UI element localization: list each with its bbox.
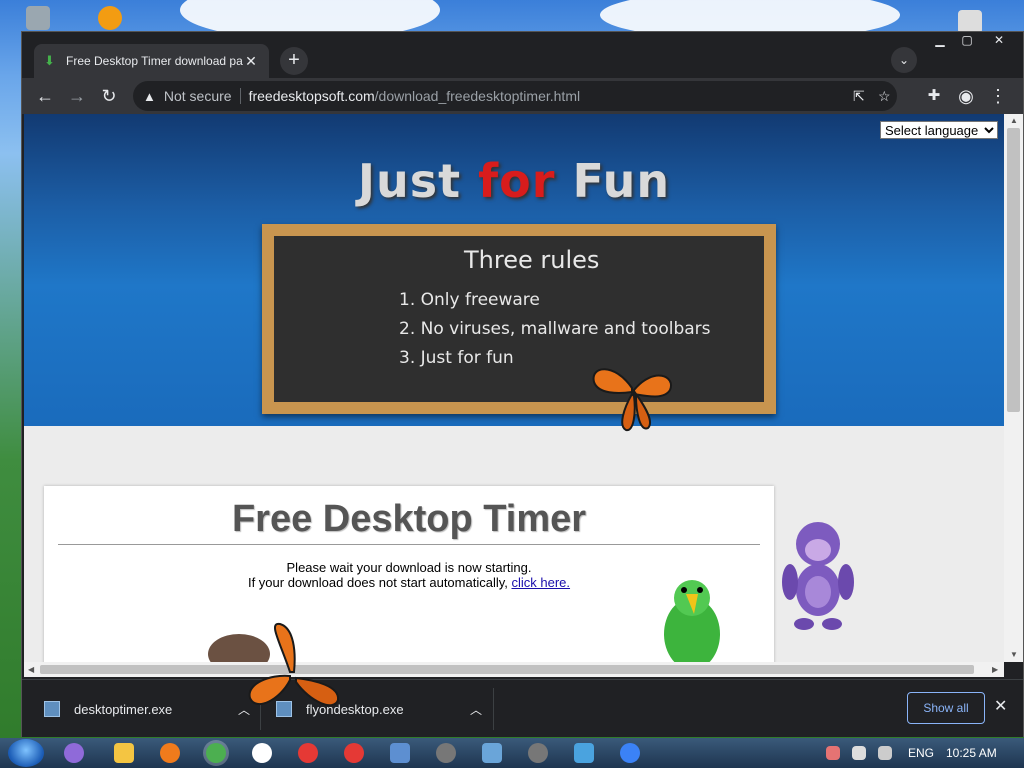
page-viewport: Select language Just for Fun Three rules… <box>24 114 1004 662</box>
tray-icon[interactable] <box>852 746 866 760</box>
app-icon[interactable] <box>620 743 640 763</box>
language-indicator[interactable]: ENG <box>908 746 934 760</box>
header-banner: Select language Just for Fun Three rules… <box>24 114 1004 432</box>
gorilla-image <box>782 522 854 630</box>
app-icon[interactable] <box>436 743 456 763</box>
browser-window: ⬇ Free Desktop Timer download pa ✕ + ⌄ ▁… <box>21 31 1024 737</box>
vertical-scrollbar[interactable]: ▲ ▼ <box>1004 114 1023 662</box>
file-explorer-icon[interactable] <box>114 743 134 763</box>
download-filename: desktoptimer.exe <box>74 701 173 717</box>
scroll-left-icon[interactable]: ◀ <box>28 665 34 674</box>
opera-icon[interactable] <box>344 743 364 763</box>
chrome-icon[interactable] <box>206 743 226 763</box>
tab-close-icon[interactable]: ✕ <box>243 53 259 70</box>
taskbar: ENG 10:25 AM <box>0 738 1024 768</box>
download-item[interactable]: desktoptimer.exe ︿ <box>44 680 250 738</box>
address-bar[interactable]: ▲ Not secure freedesktopsoft.com/downloa… <box>133 81 897 111</box>
scroll-right-icon[interactable]: ▶ <box>992 665 998 674</box>
divider <box>58 544 760 545</box>
clock[interactable]: 10:25 AM <box>946 746 997 760</box>
exe-file-icon <box>44 701 60 717</box>
rule-item: 2. No viruses, mallware and toolbars <box>399 319 711 339</box>
tray-icon[interactable] <box>826 746 840 760</box>
banner-title: Just for Fun <box>24 154 1004 208</box>
url-host[interactable]: freedesktopsoft.com <box>249 88 375 104</box>
app-icon[interactable] <box>528 743 548 763</box>
scroll-down-icon[interactable]: ▼ <box>1010 650 1018 659</box>
yandex-browser-icon[interactable] <box>252 743 272 763</box>
back-arrow-icon[interactable]: ← <box>33 84 57 108</box>
download-shelf: desktoptimer.exe ︿ flyondesktop.exe ︿ Sh… <box>22 679 1023 737</box>
chalkboard: Three rules 1. Only freeware 2. No virus… <box>262 224 776 414</box>
banner-word-just: Just <box>357 154 462 208</box>
maximize-icon[interactable]: ▢ <box>952 32 982 48</box>
chevron-up-icon[interactable]: ︿ <box>470 701 482 718</box>
firefox-icon[interactable] <box>160 743 180 763</box>
tab-free-desktop-timer[interactable]: ⬇ Free Desktop Timer download pa ✕ <box>34 44 269 78</box>
star-bookmark-icon[interactable]: ☆ <box>878 88 891 105</box>
network-icon[interactable] <box>878 746 892 760</box>
tab-search-chevron-icon[interactable]: ⌄ <box>891 47 917 73</box>
chalkboard-heading: Three rules <box>464 246 600 274</box>
click-here-link[interactable]: click here. <box>512 575 571 590</box>
banner-word-for: for <box>478 154 556 208</box>
divider <box>239 88 241 104</box>
monitor-icon[interactable] <box>574 743 594 763</box>
alice-assistant-icon[interactable] <box>64 743 84 763</box>
menu-kebab-icon[interactable]: ⋮ <box>986 84 1010 108</box>
language-select[interactable]: Select language <box>880 121 998 139</box>
app-icon[interactable] <box>390 743 410 763</box>
profile-avatar-icon[interactable]: ◉ <box>954 84 978 108</box>
reload-icon[interactable]: ↻ <box>97 84 121 108</box>
download-arrow-icon: ⬇ <box>44 53 55 68</box>
tab-title: Free Desktop Timer download pa <box>66 54 243 68</box>
minimize-icon[interactable]: ▁ <box>925 32 955 48</box>
rule-item: 1. Only freeware <box>399 290 540 310</box>
window-close-icon[interactable]: ✕ <box>984 32 1014 48</box>
app-icon[interactable] <box>482 743 502 763</box>
scroll-up-icon[interactable]: ▲ <box>1010 116 1018 125</box>
divider <box>493 688 494 730</box>
new-tab-button[interactable]: + <box>280 47 308 75</box>
toolbar: ← → ↻ ▲ Not secure freedesktopsoft.com/d… <box>22 78 1023 114</box>
butterfly-image <box>592 368 672 432</box>
page-title: Free Desktop Timer <box>231 498 587 540</box>
start-button[interactable] <box>8 739 44 767</box>
download-message: Please wait your download is now startin… <box>286 560 532 575</box>
parrot-image <box>664 580 720 662</box>
scroll-thumb[interactable] <box>40 665 974 674</box>
show-all-button[interactable]: Show all <box>907 692 985 724</box>
title-bar: ⬇ Free Desktop Timer download pa ✕ + ⌄ ▁… <box>22 32 1023 78</box>
warning-triangle-icon[interactable]: ▲ <box>143 89 156 104</box>
share-icon[interactable]: ⇱ <box>853 88 865 105</box>
butterfly-image <box>248 622 340 707</box>
fallback-text: If your download does not start automati… <box>247 575 508 590</box>
rule-item: 3. Just for fun <box>399 348 514 368</box>
extensions-puzzle-icon[interactable]: ✚ <box>922 84 946 108</box>
url-path[interactable]: /download_freedesktoptimer.html <box>375 88 580 104</box>
forward-arrow-icon[interactable]: → <box>65 84 89 108</box>
horizontal-scrollbar[interactable]: ◀ ▶ <box>24 662 1004 677</box>
recycle-bin-icon[interactable] <box>26 6 50 30</box>
yandex-icon[interactable] <box>298 743 318 763</box>
security-label[interactable]: Not secure <box>164 88 232 104</box>
banner-word-fun: Fun <box>572 154 671 208</box>
close-shelf-icon[interactable]: ✕ <box>994 696 1007 716</box>
scroll-thumb[interactable] <box>1007 128 1020 412</box>
firefox-desktop-icon[interactable] <box>98 6 122 30</box>
